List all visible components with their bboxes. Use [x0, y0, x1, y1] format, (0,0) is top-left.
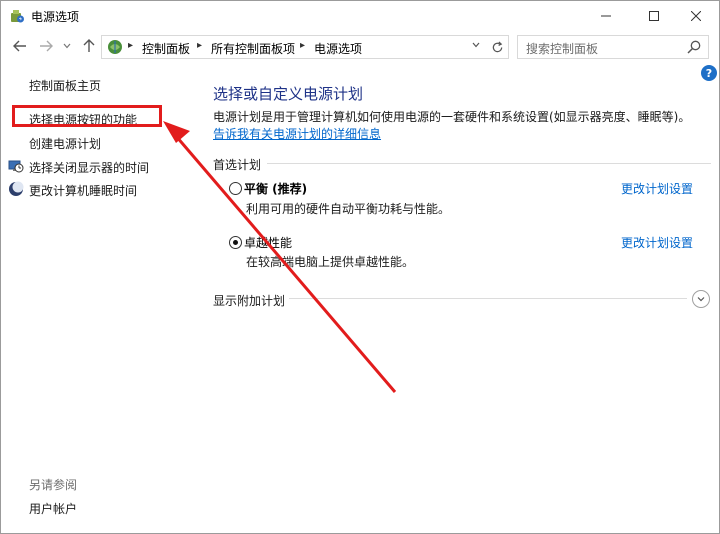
- minimize-button[interactable]: [583, 1, 629, 31]
- search-input[interactable]: 搜索控制面板: [526, 40, 598, 57]
- arrow-right-icon: [40, 40, 53, 52]
- sidebar-item-display-off-time[interactable]: 选择关闭显示器的时间: [29, 159, 149, 176]
- plan-radio-balanced[interactable]: [229, 182, 242, 195]
- expand-additional-plans-button[interactable]: [692, 290, 710, 308]
- arrow-left-icon: [13, 40, 26, 52]
- close-icon: [691, 11, 701, 21]
- search-box[interactable]: 搜索控制面板: [517, 35, 709, 59]
- maximize-icon: [649, 11, 659, 21]
- control-panel-icon: [106, 38, 124, 56]
- breadcrumb-control-panel[interactable]: 控制面板: [142, 40, 190, 57]
- section-divider: [267, 163, 711, 164]
- sidebar-item-sleep-time[interactable]: 更改计算机睡眠时间: [29, 182, 137, 199]
- change-plan-settings-balanced-link[interactable]: 更改计划设置: [621, 180, 693, 197]
- title-bar: 电源选项: [1, 1, 719, 31]
- learn-more-link[interactable]: 告诉我有关电源计划的详细信息: [213, 127, 381, 141]
- breadcrumb-all-items[interactable]: 所有控制面板项: [211, 40, 295, 57]
- search-icon[interactable]: [686, 39, 702, 55]
- plan-desc-balanced: 利用可用的硬件自动平衡功耗与性能。: [246, 202, 451, 216]
- forward-button[interactable]: [37, 37, 55, 55]
- page-description: 电源计划是用于管理计算机如何使用电源的一套硬件和系统设置(如显示器亮度、睡眠等)…: [213, 109, 693, 143]
- refresh-button[interactable]: [488, 38, 506, 56]
- left-navigation-pane: 控制面板主页 选择电源按钮的功能 创建电源计划 选择关闭显示器的时间 更改计算机…: [1, 61, 201, 531]
- sleep-moon-icon: [8, 181, 24, 197]
- plan-name-balanced[interactable]: 平衡 (推荐): [244, 180, 307, 197]
- minimize-icon: [601, 15, 611, 17]
- change-plan-settings-ultimate-link[interactable]: 更改计划设置: [621, 234, 693, 251]
- preferred-plans-header: 首选计划: [213, 158, 262, 172]
- breadcrumb-separator: ▸: [300, 40, 306, 51]
- navigation-bar: ▸ 控制面板 ▸ 所有控制面板项 ▸ 电源选项 搜索控制面板: [1, 31, 719, 61]
- address-bar[interactable]: ▸ 控制面板 ▸ 所有控制面板项 ▸ 电源选项: [101, 35, 509, 59]
- annotation-highlight-box: [12, 105, 162, 127]
- up-button[interactable]: [80, 37, 98, 55]
- chevron-down-icon: [63, 43, 71, 49]
- display-timer-icon: [8, 158, 24, 174]
- description-text: 电源计划是用于管理计算机如何使用电源的一套硬件和系统设置(如显示器亮度、睡眠等)…: [213, 110, 691, 124]
- breadcrumb-power-options[interactable]: 电源选项: [314, 40, 362, 57]
- window-title: 电源选项: [31, 10, 80, 24]
- close-button[interactable]: [673, 1, 719, 31]
- plan-desc-ultimate: 在较高端电脑上提供卓越性能。: [246, 255, 415, 269]
- arrow-up-icon: [83, 39, 95, 52]
- power-options-window: 电源选项 ▸ 控制面板 ▸ 所有控制面板项 ▸ 电源选项 搜索控制面板 控制面板…: [0, 0, 720, 534]
- maximize-button[interactable]: [631, 1, 677, 31]
- help-icon[interactable]: ?: [701, 65, 717, 81]
- plan-radio-ultimate[interactable]: [229, 236, 242, 249]
- sidebar-item-control-panel-home[interactable]: 控制面板主页: [29, 77, 101, 94]
- sidebar-item-create-power-plan[interactable]: 创建电源计划: [29, 135, 101, 152]
- breadcrumb-separator: ▸: [128, 40, 134, 51]
- additional-plans-header[interactable]: 显示附加计划: [213, 292, 285, 309]
- breadcrumb-separator: ▸: [197, 40, 203, 51]
- see-also-heading: 另请参阅: [29, 478, 78, 492]
- section-divider: [289, 298, 687, 299]
- plan-name-ultimate[interactable]: 卓越性能: [244, 234, 292, 251]
- power-options-icon: [9, 8, 25, 24]
- chevron-down-icon: [697, 297, 705, 302]
- back-button[interactable]: [11, 37, 29, 55]
- address-dropdown-icon[interactable]: [472, 41, 480, 52]
- recent-locations-button[interactable]: [61, 37, 73, 55]
- refresh-icon: [492, 40, 502, 52]
- see-also-user-accounts[interactable]: 用户帐户: [29, 500, 77, 517]
- page-title: 选择或自定义电源计划: [213, 85, 364, 103]
